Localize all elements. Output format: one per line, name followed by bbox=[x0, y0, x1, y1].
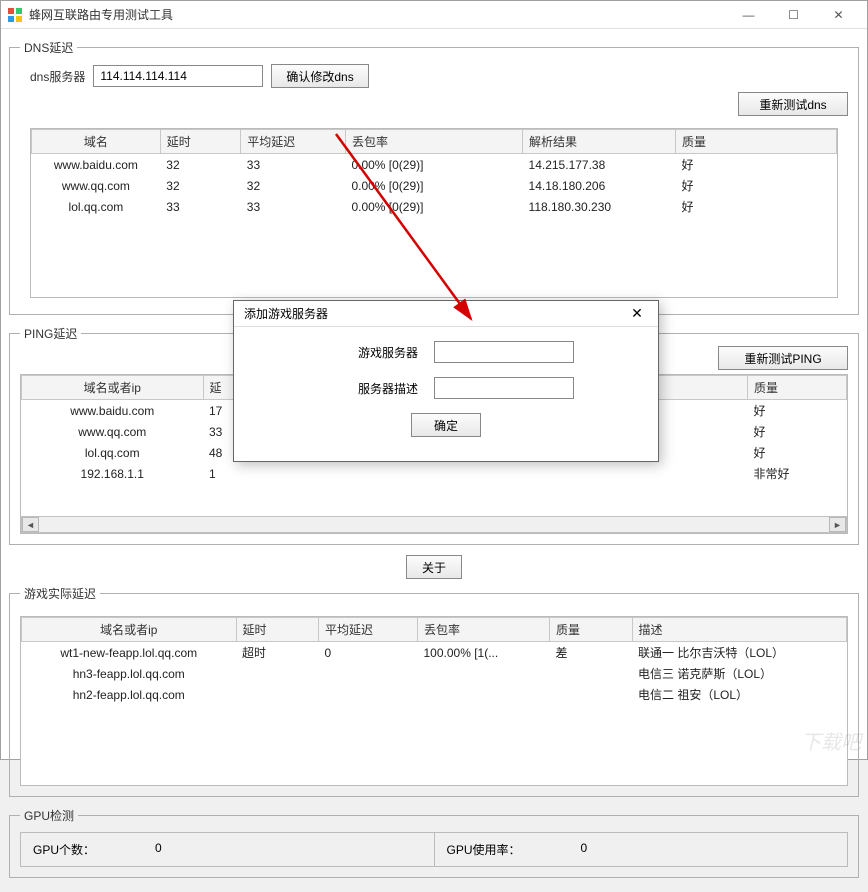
gpu-count-label: GPU个数： bbox=[33, 841, 95, 858]
table-row[interactable]: hn2-feapp.lol.qq.com电信二 祖安（LOL） bbox=[22, 684, 847, 705]
scroll-right-icon[interactable]: ► bbox=[829, 517, 846, 532]
dns-confirm-button[interactable]: 确认修改dns bbox=[271, 64, 368, 88]
col-domain[interactable]: 域名 bbox=[32, 130, 161, 154]
gcol-host[interactable]: 域名或者ip bbox=[22, 618, 237, 642]
dialog-field2-label: 服务器描述 bbox=[318, 380, 418, 397]
game-server-input[interactable] bbox=[434, 341, 574, 363]
dns-group: DNS延迟 dns服务器 确认修改dns 重新测试dns 域名 延时 平均延迟 … bbox=[9, 39, 859, 315]
col-loss[interactable]: 丢包率 bbox=[345, 130, 522, 154]
ping-scrollbar[interactable]: ◄ ► bbox=[21, 516, 847, 533]
dns-server-label: dns服务器 bbox=[30, 68, 85, 85]
gpu-legend: GPU检测 bbox=[20, 807, 78, 824]
gpu-usage-value: 0 bbox=[581, 841, 588, 858]
server-desc-input[interactable] bbox=[434, 377, 574, 399]
main-window: 蜂网互联路由专用测试工具 — ☐ ✕ DNS延迟 dns服务器 确认修改dns … bbox=[0, 0, 868, 760]
dialog-close-icon[interactable]: ✕ bbox=[622, 303, 652, 325]
table-row[interactable]: www.qq.com32320.00% [0(29)]14.18.180.206… bbox=[32, 175, 837, 196]
app-logo-icon bbox=[7, 7, 23, 23]
gcol-delay[interactable]: 延时 bbox=[236, 618, 319, 642]
table-row[interactable]: lol.qq.com33330.00% [0(29)]118.180.30.23… bbox=[32, 196, 837, 217]
dialog-title: 添加游戏服务器 bbox=[244, 305, 622, 322]
col-avg[interactable]: 平均延迟 bbox=[241, 130, 346, 154]
table-row[interactable]: 192.168.1.11非常好 bbox=[22, 463, 847, 484]
dialog-field1-label: 游戏服务器 bbox=[318, 344, 418, 361]
gcol-desc[interactable]: 描述 bbox=[632, 618, 847, 642]
dns-legend: DNS延迟 bbox=[20, 39, 77, 56]
table-row[interactable]: www.baidu.com32330.00% [0(29)]14.215.177… bbox=[32, 154, 837, 176]
col-host[interactable]: 域名或者ip bbox=[22, 376, 204, 400]
col-delay[interactable]: 延时 bbox=[160, 130, 241, 154]
ping-legend: PING延迟 bbox=[20, 325, 81, 342]
col-result[interactable]: 解析结果 bbox=[523, 130, 676, 154]
dns-table: 域名 延时 平均延迟 丢包率 解析结果 质量 www.baidu.com3233… bbox=[30, 128, 838, 298]
col-pqual[interactable]: 质量 bbox=[748, 376, 847, 400]
game-table: 域名或者ip 延时 平均延迟 丢包率 质量 描述 wt1-new-feapp.l… bbox=[20, 616, 848, 786]
gcol-loss[interactable]: 丢包率 bbox=[418, 618, 550, 642]
ping-retest-button[interactable]: 重新测试PING bbox=[718, 346, 848, 370]
maximize-button[interactable]: ☐ bbox=[771, 1, 816, 29]
add-server-dialog: 添加游戏服务器 ✕ 游戏服务器 服务器描述 确定 bbox=[233, 300, 659, 462]
table-row[interactable]: hn3-feapp.lol.qq.com电信三 诺克萨斯（LOL） bbox=[22, 663, 847, 684]
gcol-avg[interactable]: 平均延迟 bbox=[319, 618, 418, 642]
scroll-left-icon[interactable]: ◄ bbox=[22, 517, 39, 532]
dns-server-input[interactable] bbox=[93, 65, 263, 87]
col-pdelay[interactable]: 延 bbox=[203, 376, 236, 400]
dns-retest-button[interactable]: 重新测试dns bbox=[738, 92, 848, 116]
col-qual[interactable]: 质量 bbox=[675, 130, 836, 154]
table-row[interactable]: wt1-new-feapp.lol.qq.com超时0100.00% [1(..… bbox=[22, 642, 847, 664]
dialog-ok-button[interactable]: 确定 bbox=[411, 413, 481, 437]
game-legend: 游戏实际延迟 bbox=[20, 585, 100, 602]
minimize-button[interactable]: — bbox=[726, 1, 771, 29]
titlebar: 蜂网互联路由专用测试工具 — ☐ ✕ bbox=[1, 1, 867, 29]
gcol-qual[interactable]: 质量 bbox=[550, 618, 633, 642]
window-title: 蜂网互联路由专用测试工具 bbox=[29, 6, 726, 23]
about-button[interactable]: 关于 bbox=[406, 555, 462, 579]
gpu-group: GPU检测 GPU个数： 0 GPU使用率： 0 bbox=[9, 807, 859, 878]
gpu-count-value: 0 bbox=[155, 841, 162, 858]
gpu-usage-label: GPU使用率： bbox=[447, 841, 521, 858]
close-button[interactable]: ✕ bbox=[816, 1, 861, 29]
game-group: 游戏实际延迟 域名或者ip 延时 平均延迟 丢包率 质量 描述 wt1-new-… bbox=[9, 585, 859, 797]
